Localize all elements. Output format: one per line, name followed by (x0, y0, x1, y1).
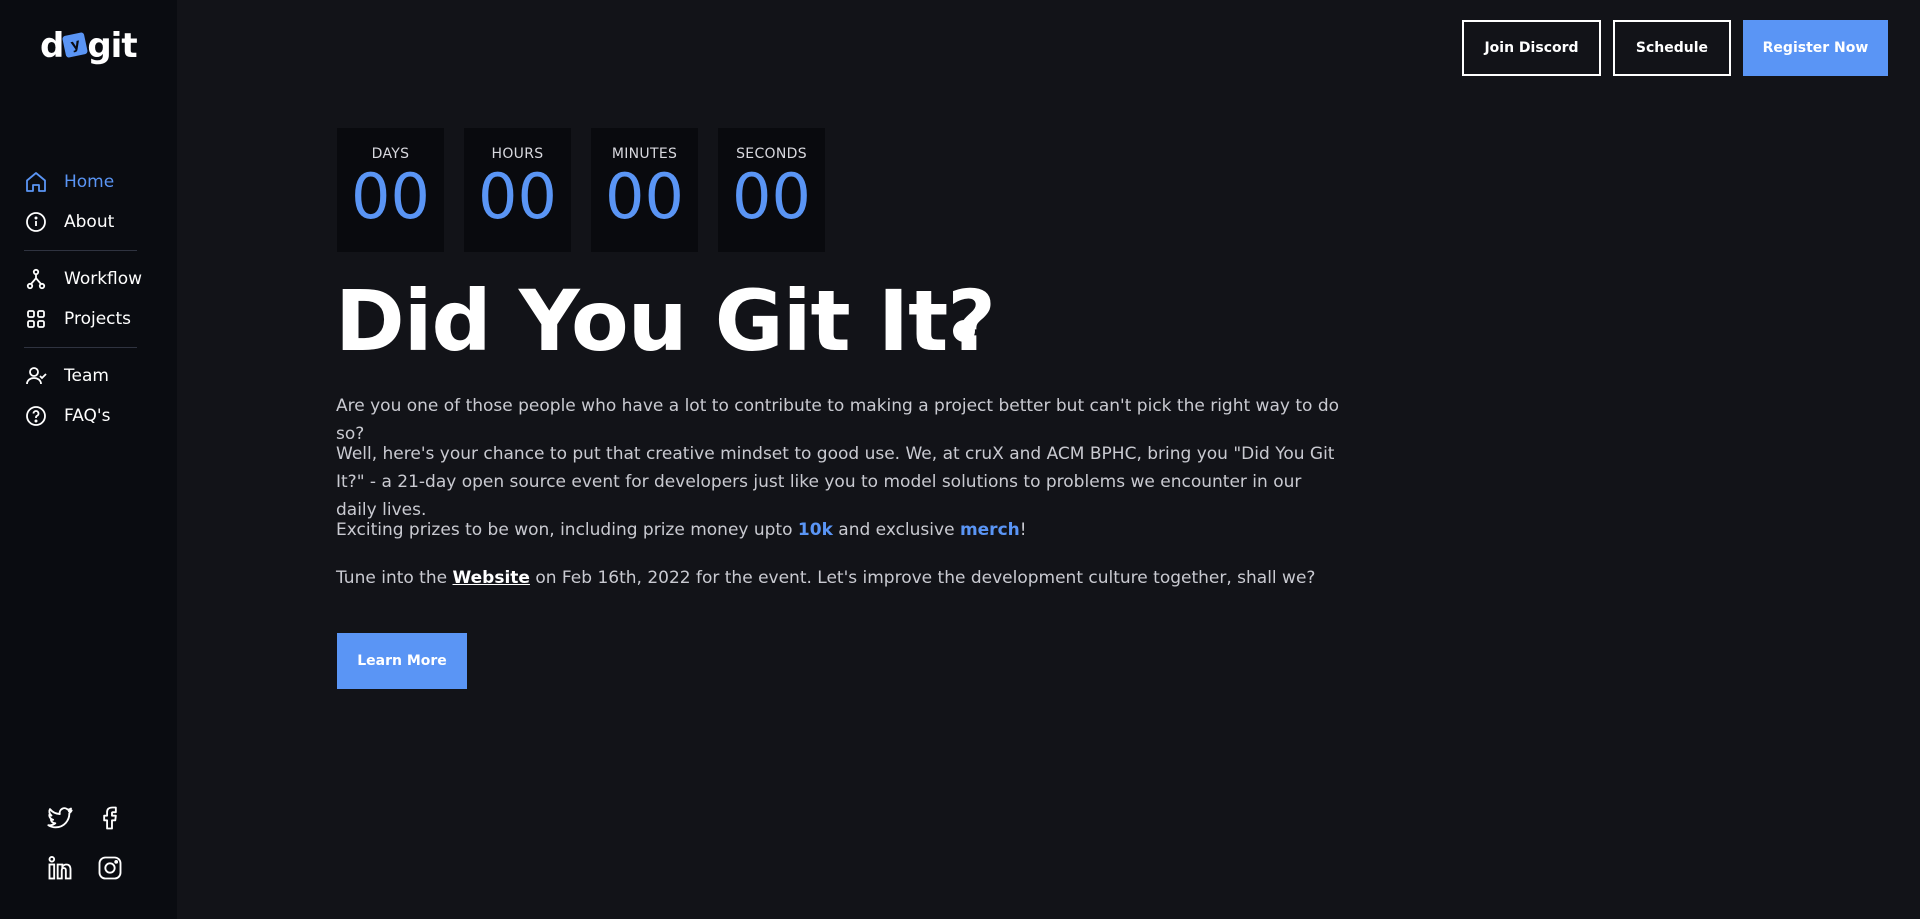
sidebar-item-label: Projects (64, 309, 132, 329)
logo-text-left: d (40, 26, 64, 66)
countdown-value: 00 (732, 160, 811, 233)
sidebar-item-label: Workflow (64, 269, 143, 289)
website-link[interactable]: Website (453, 568, 530, 588)
social-links (46, 804, 136, 882)
sidebar-item-about[interactable]: About (0, 202, 177, 242)
schedule-button[interactable]: Schedule (1613, 20, 1731, 76)
nav-divider (24, 250, 137, 251)
logo[interactable]: d y git (40, 26, 138, 66)
join-discord-button[interactable]: Join Discord (1462, 20, 1601, 76)
prizes-text: ! (1019, 520, 1027, 540)
sidebar-item-label: Team (64, 366, 109, 386)
help-icon (26, 406, 46, 426)
learn-more-button[interactable]: Learn More (337, 633, 467, 689)
countdown-seconds: SECONDS 00 (718, 128, 825, 252)
sidebar-item-home[interactable]: Home (0, 162, 177, 202)
schedule-text: on Feb 16th, 2022 for the event. Let's i… (529, 568, 1316, 588)
merch-highlight: merch (959, 520, 1020, 540)
sidebar-item-workflow[interactable]: Workflow (0, 259, 177, 299)
grid-icon (27, 310, 45, 328)
prize-money-highlight: 10k (797, 520, 833, 540)
countdown-value: 00 (351, 160, 430, 233)
countdown-hours: HOURS 00 (464, 128, 571, 252)
sidebar-item-projects[interactable]: Projects (0, 299, 177, 339)
workflow-icon (26, 268, 46, 290)
event-paragraph: Well, here's your chance to put that cre… (336, 444, 1335, 520)
sidebar-item-label: FAQ's (64, 406, 111, 426)
logo-text-right: git (87, 26, 137, 66)
sidebar-item-label: About (64, 212, 115, 232)
countdown-value: 00 (478, 160, 557, 233)
schedule-paragraph: Tune into the Website on Feb 16th, 2022 … (336, 564, 1346, 592)
countdown-value: 00 (605, 160, 684, 233)
team-icon (26, 367, 47, 385)
countdown-days: DAYS 00 (337, 128, 444, 252)
instagram-link[interactable] (96, 854, 124, 882)
sidebar-item-team[interactable]: Team (0, 356, 177, 396)
sidebar: d y git Home About Workflow Projects Tea… (0, 0, 177, 919)
countdown-minutes: MINUTES 00 (591, 128, 698, 252)
info-icon (26, 212, 46, 232)
linkedin-link[interactable] (46, 854, 74, 882)
register-now-button[interactable]: Register Now (1743, 20, 1888, 76)
twitter-icon (47, 807, 73, 829)
page-title: Did You Git It? (335, 272, 996, 370)
schedule-text: Tune into the (336, 568, 453, 588)
facebook-link[interactable] (96, 804, 124, 832)
prizes-text: Exciting prizes to be won, including pri… (336, 520, 798, 540)
sidebar-item-faq[interactable]: FAQ's (0, 396, 177, 436)
decorative-dot (953, 320, 975, 342)
prizes-paragraph: Exciting prizes to be won, including pri… (336, 516, 1346, 544)
twitter-link[interactable] (46, 804, 74, 832)
sidebar-nav: Home About Workflow Projects Team FAQ's (0, 162, 177, 436)
facebook-icon (103, 806, 117, 830)
linkedin-icon (48, 855, 72, 880)
home-icon (26, 172, 46, 192)
instagram-icon (98, 856, 122, 880)
logo-badge: y (62, 31, 89, 59)
countdown: DAYS 00 HOURS 00 MINUTES 00 SECONDS 00 (337, 128, 825, 252)
nav-divider (24, 347, 137, 348)
prizes-text: and exclusive (832, 520, 960, 540)
sidebar-item-label: Home (64, 172, 115, 192)
